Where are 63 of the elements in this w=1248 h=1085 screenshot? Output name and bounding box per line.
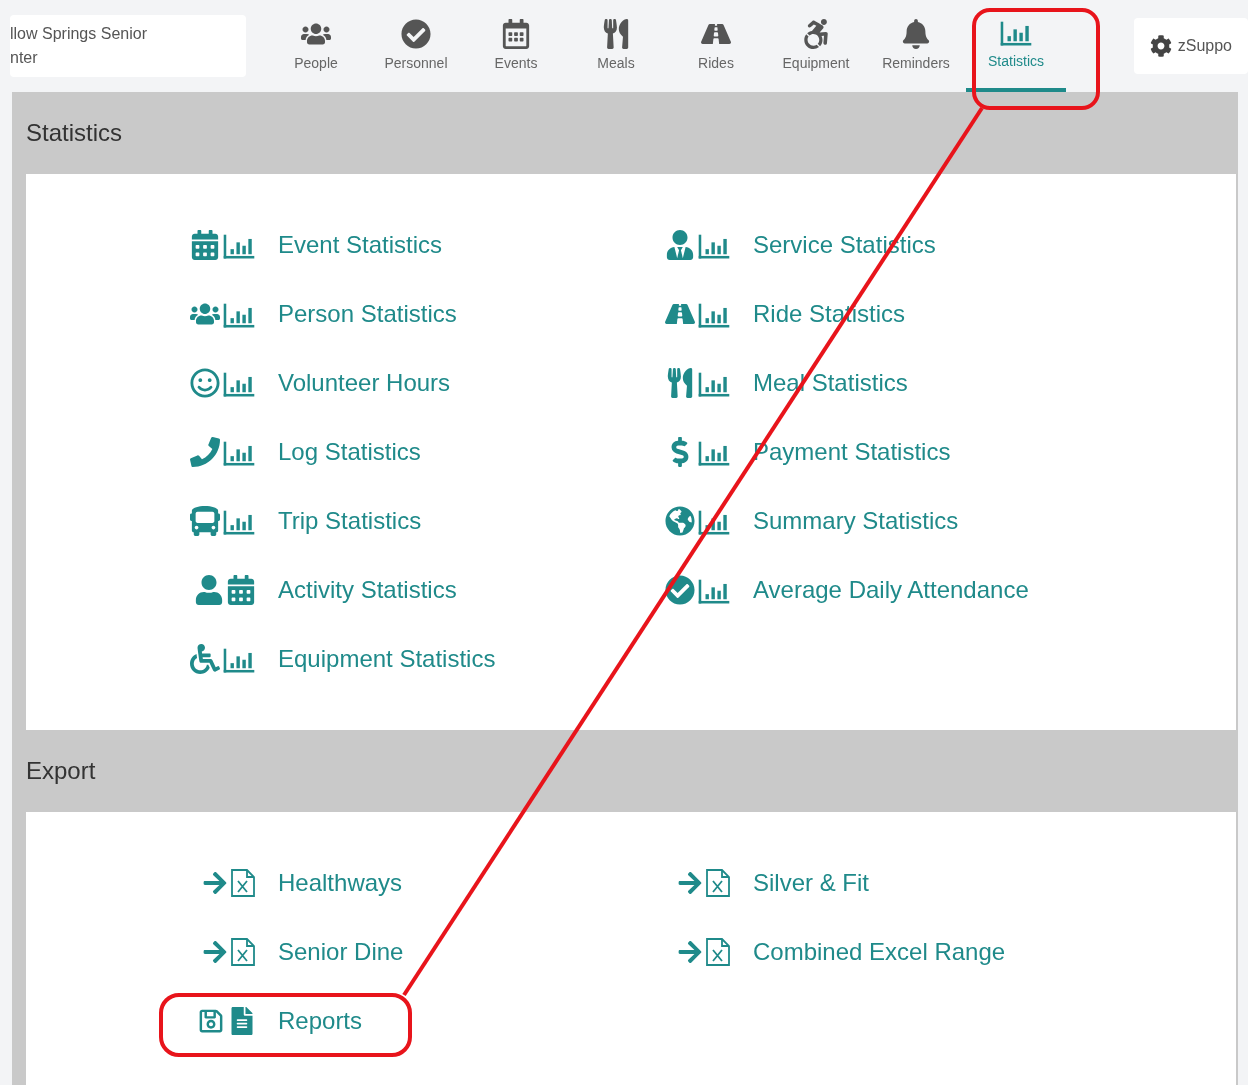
fork-knife-icon <box>665 368 695 398</box>
calendar-icon <box>226 575 256 605</box>
nav-tab[interactable]: Reminders <box>866 0 966 92</box>
bar-chart-icon <box>222 439 256 467</box>
export-link[interactable]: Reports <box>176 1002 651 1040</box>
organization-name: llow Springs Senior <box>10 24 148 44</box>
section-title: Export <box>26 756 96 786</box>
bus-icon <box>190 506 220 536</box>
bar-chart-icon <box>697 577 731 605</box>
person-icon <box>665 230 695 260</box>
statistics-link[interactable]: Event Statistics <box>176 226 651 264</box>
bar-chart-icon <box>697 439 731 467</box>
export-link[interactable]: Senior Dine <box>176 933 651 971</box>
nav-tab[interactable]: People <box>266 0 366 92</box>
fork-knife-icon <box>601 18 631 49</box>
calendar-icon <box>501 18 531 49</box>
calendar-icon <box>190 230 220 260</box>
globe-icon <box>665 506 695 536</box>
bar-chart-icon <box>222 370 256 398</box>
nav-tab[interactable]: Personnel <box>366 0 466 92</box>
settings-button[interactable]: zSuppo <box>1133 18 1248 74</box>
save-icon <box>198 1008 224 1034</box>
bar-chart-icon <box>222 646 256 674</box>
statistics-link[interactable]: Equipment Statistics <box>176 640 651 678</box>
statistics-link[interactable]: Trip Statistics <box>176 502 651 540</box>
export-link[interactable]: Combined Excel Range <box>651 933 1236 971</box>
spreadsheet-file-icon <box>705 868 731 898</box>
wheelchair-icon <box>801 18 831 49</box>
bar-chart-icon <box>222 232 256 260</box>
bar-chart-icon <box>697 232 731 260</box>
section-title: Statistics <box>26 118 123 148</box>
statistics-link[interactable]: Activity Statistics <box>176 571 651 609</box>
arrow-right-icon <box>202 870 228 896</box>
arrow-right-icon <box>677 939 703 965</box>
bar-chart-icon <box>697 508 731 536</box>
export-link[interactable]: Silver & Fit <box>651 864 1236 902</box>
export-link[interactable]: Healthways <box>176 864 651 902</box>
person-icon <box>194 575 224 605</box>
spreadsheet-file-icon <box>230 868 256 898</box>
arrow-right-icon <box>677 870 703 896</box>
arrow-right-icon <box>202 939 228 965</box>
bar-chart-icon <box>697 301 731 329</box>
smiley-icon <box>190 368 220 398</box>
phone-icon <box>190 437 220 467</box>
statistics-link[interactable]: Log Statistics <box>176 433 651 471</box>
settings-icon <box>1149 35 1172 57</box>
bell-icon <box>901 18 931 49</box>
statistics-link[interactable]: Volunteer Hours <box>176 364 651 402</box>
bar-chart-icon <box>222 508 256 536</box>
organization-name: nter <box>10 48 39 68</box>
spreadsheet-file-icon <box>705 937 731 967</box>
nav-tab[interactable]: Events <box>466 0 566 92</box>
nav-tab[interactable]: Meals <box>566 0 666 92</box>
bar-chart-icon <box>697 370 731 398</box>
spreadsheet-file-icon <box>230 937 256 967</box>
nav-tab[interactable]: Rides <box>666 0 766 92</box>
bar-chart-icon <box>222 301 256 329</box>
bar-chart-icon <box>999 19 1033 48</box>
statistics-link[interactable]: Average Daily Attendance <box>651 571 1236 609</box>
statistics-link[interactable]: Person Statistics <box>176 295 651 333</box>
wheelchair-icon <box>190 644 220 674</box>
nav-tab[interactable]: Equipment <box>766 0 866 92</box>
statistics-link[interactable]: Summary Statistics <box>651 502 1236 540</box>
